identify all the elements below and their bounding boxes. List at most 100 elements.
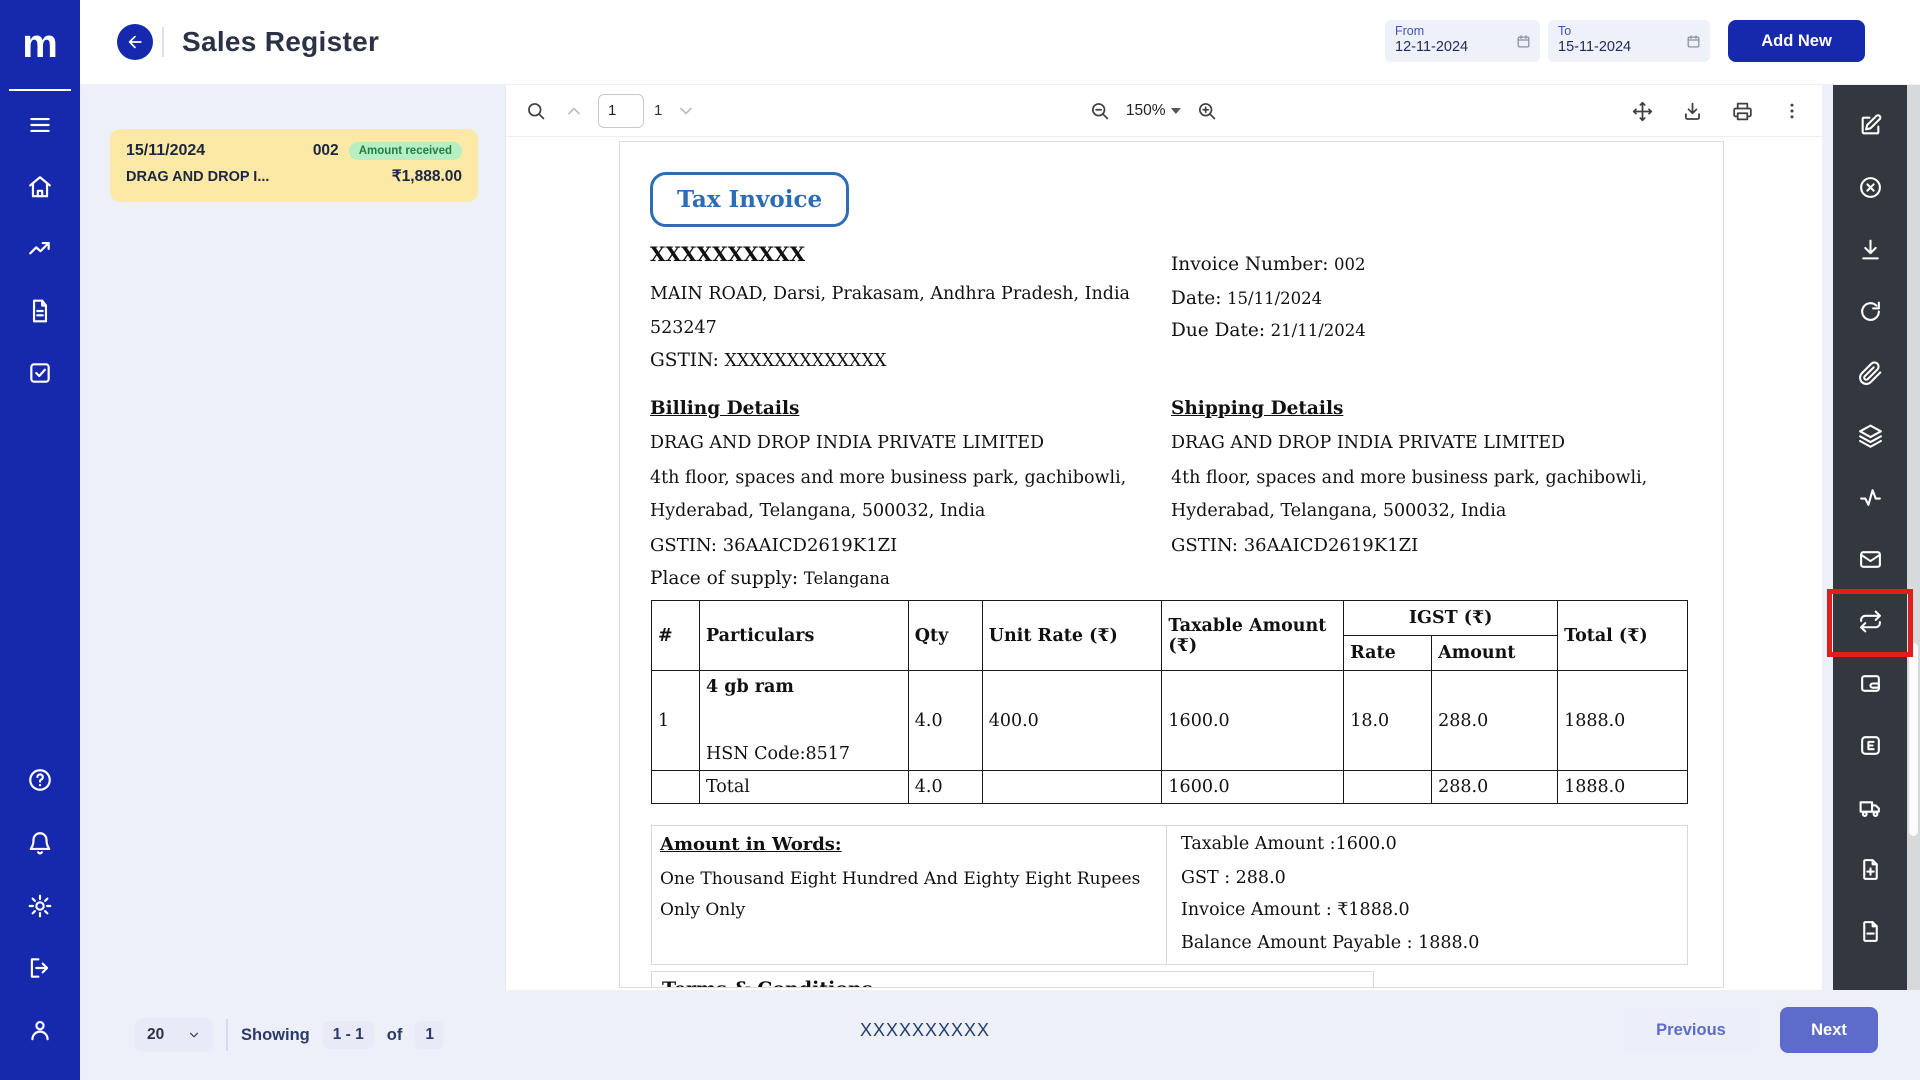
- page-size-value: 20: [147, 1026, 164, 1044]
- date-to-field[interactable]: To 15-11-2024: [1548, 20, 1710, 62]
- chevron-up-icon: [564, 101, 584, 121]
- caret-down-icon: [1171, 108, 1181, 114]
- toolbar-scrollbar[interactable]: [1907, 85, 1920, 990]
- calendar-icon[interactable]: [1516, 34, 1531, 49]
- recurring-button[interactable]: [1848, 599, 1892, 643]
- logout-button[interactable]: [18, 946, 62, 990]
- previous-page-button[interactable]: [560, 97, 588, 125]
- help-circle-icon: [27, 767, 53, 793]
- logout-icon: [27, 955, 53, 981]
- date-from-label: From: [1395, 24, 1530, 38]
- pan-button[interactable]: [1628, 97, 1656, 125]
- sidebar-item-reports[interactable]: [18, 227, 62, 271]
- remove-document-button[interactable]: [1848, 909, 1892, 953]
- add-new-button[interactable]: Add New: [1728, 20, 1865, 62]
- chevron-down-icon: [676, 101, 696, 121]
- sidebar-item-tasks[interactable]: [18, 351, 62, 395]
- col-num: #: [652, 601, 700, 671]
- sidebar-item-home[interactable]: [18, 165, 62, 209]
- line-items-table: # Particulars Qty Unit Rate (₹) Taxable …: [651, 600, 1688, 804]
- amount-in-words-line2: Only Only: [660, 900, 745, 920]
- edit-button[interactable]: [1848, 103, 1892, 147]
- seller-address-2: 523247: [650, 318, 717, 338]
- footer-divider: [226, 1019, 228, 1051]
- activity-button[interactable]: [1848, 475, 1892, 519]
- home-icon: [27, 174, 53, 200]
- item-name: 4 gb ram: [706, 677, 794, 697]
- zoom-out-icon: [1090, 101, 1110, 121]
- download-icon: [1858, 237, 1883, 262]
- print-button[interactable]: [1728, 97, 1756, 125]
- next-button[interactable]: Next: [1780, 1007, 1878, 1053]
- terms-heading: Terms & Conditions: [662, 978, 873, 988]
- invoice-number: 002: [313, 142, 339, 160]
- notifications-button[interactable]: [18, 821, 62, 865]
- terms-box: Terms & Conditions: [651, 971, 1374, 988]
- pdf-viewer: 1 150%: [505, 85, 1822, 990]
- page-size-select[interactable]: 20: [135, 1018, 213, 1052]
- status-badge: Amount received: [349, 142, 462, 160]
- mail-icon: [1858, 547, 1883, 572]
- page-number-input[interactable]: [598, 94, 644, 128]
- back-button[interactable]: [117, 24, 153, 60]
- paperclip-icon: [1858, 361, 1883, 386]
- invoice-date-line: Date: 15/11/2024: [1171, 288, 1322, 309]
- zoom-in-button[interactable]: [1193, 97, 1221, 125]
- add-document-button[interactable]: [1848, 847, 1892, 891]
- email-button[interactable]: [1848, 537, 1892, 581]
- chevron-down-icon: [187, 1028, 201, 1042]
- date-to-value: 15-11-2024: [1558, 39, 1700, 55]
- wallet-button[interactable]: [1848, 661, 1892, 705]
- zoom-level-value: 150%: [1126, 102, 1166, 120]
- zoom-level-dropdown[interactable]: 150%: [1126, 102, 1181, 120]
- cell-empty: [652, 771, 700, 804]
- previous-button[interactable]: Previous: [1622, 1007, 1760, 1053]
- total-qty: 4.0: [908, 771, 982, 804]
- amount-in-words-heading: Amount in Words:: [660, 834, 842, 855]
- invoice-list-item[interactable]: 15/11/2024 002 Amount received DRAG AND …: [110, 129, 478, 202]
- col-particulars: Particulars: [699, 601, 908, 671]
- delivery-challan-button[interactable]: [1848, 785, 1892, 829]
- help-button[interactable]: [18, 758, 62, 802]
- left-sidebar: m: [0, 0, 80, 1080]
- trending-up-icon: [27, 236, 53, 262]
- attachment-button[interactable]: [1848, 351, 1892, 395]
- invoice-number-line: Invoice Number: 002: [1171, 254, 1366, 275]
- menu-button[interactable]: [18, 103, 62, 147]
- title-divider: [162, 27, 164, 57]
- summary-invoice-amount: Invoice Amount : ₹1888.0: [1181, 900, 1410, 920]
- sync-button[interactable]: [1848, 289, 1892, 333]
- brand-logo[interactable]: m: [0, 22, 80, 66]
- download-document-button[interactable]: [1848, 227, 1892, 271]
- date-from-field[interactable]: From 12-11-2024: [1385, 20, 1540, 62]
- amount-in-words-line1: One Thousand Eight Hundred And Eighty Ei…: [660, 869, 1140, 889]
- e-invoice-button[interactable]: [1848, 723, 1892, 767]
- party-name: DRAG AND DROP I...: [126, 169, 392, 185]
- layers-button[interactable]: [1848, 413, 1892, 457]
- check-square-icon: [27, 360, 53, 386]
- invoice-date: 15/11/2024: [126, 142, 313, 160]
- zoom-out-button[interactable]: [1086, 97, 1114, 125]
- move-icon: [1632, 101, 1653, 122]
- download-button[interactable]: [1678, 97, 1706, 125]
- invoice-document: Tax Invoice XXXXXXXXXX MAIN ROAD, Darsi,…: [619, 141, 1724, 988]
- settings-button[interactable]: [18, 884, 62, 928]
- next-page-button[interactable]: [672, 97, 700, 125]
- profile-button[interactable]: [18, 1008, 62, 1052]
- search-button[interactable]: [522, 97, 550, 125]
- invoice-due-date-line: Due Date: 21/11/2024: [1171, 320, 1366, 341]
- scrollbar-thumb[interactable]: [1909, 643, 1918, 836]
- activity-icon: [1858, 485, 1883, 510]
- calendar-icon[interactable]: [1686, 34, 1701, 49]
- printer-icon: [1732, 101, 1753, 122]
- col-qty: Qty: [908, 601, 982, 671]
- total-total: 1888.0: [1558, 771, 1688, 804]
- cancel-button[interactable]: [1848, 165, 1892, 209]
- billing-address-2: Hyderabad, Telangana, 500032, India: [650, 501, 985, 521]
- sidebar-item-documents[interactable]: [18, 289, 62, 333]
- col-igst-amount: Amount: [1432, 636, 1558, 671]
- more-options-button[interactable]: [1778, 97, 1806, 125]
- cell-amount: 288.0: [1432, 671, 1558, 771]
- refresh-icon: [1858, 299, 1883, 324]
- seller-gstin: GSTIN: XXXXXXXXXXXXX: [650, 350, 886, 371]
